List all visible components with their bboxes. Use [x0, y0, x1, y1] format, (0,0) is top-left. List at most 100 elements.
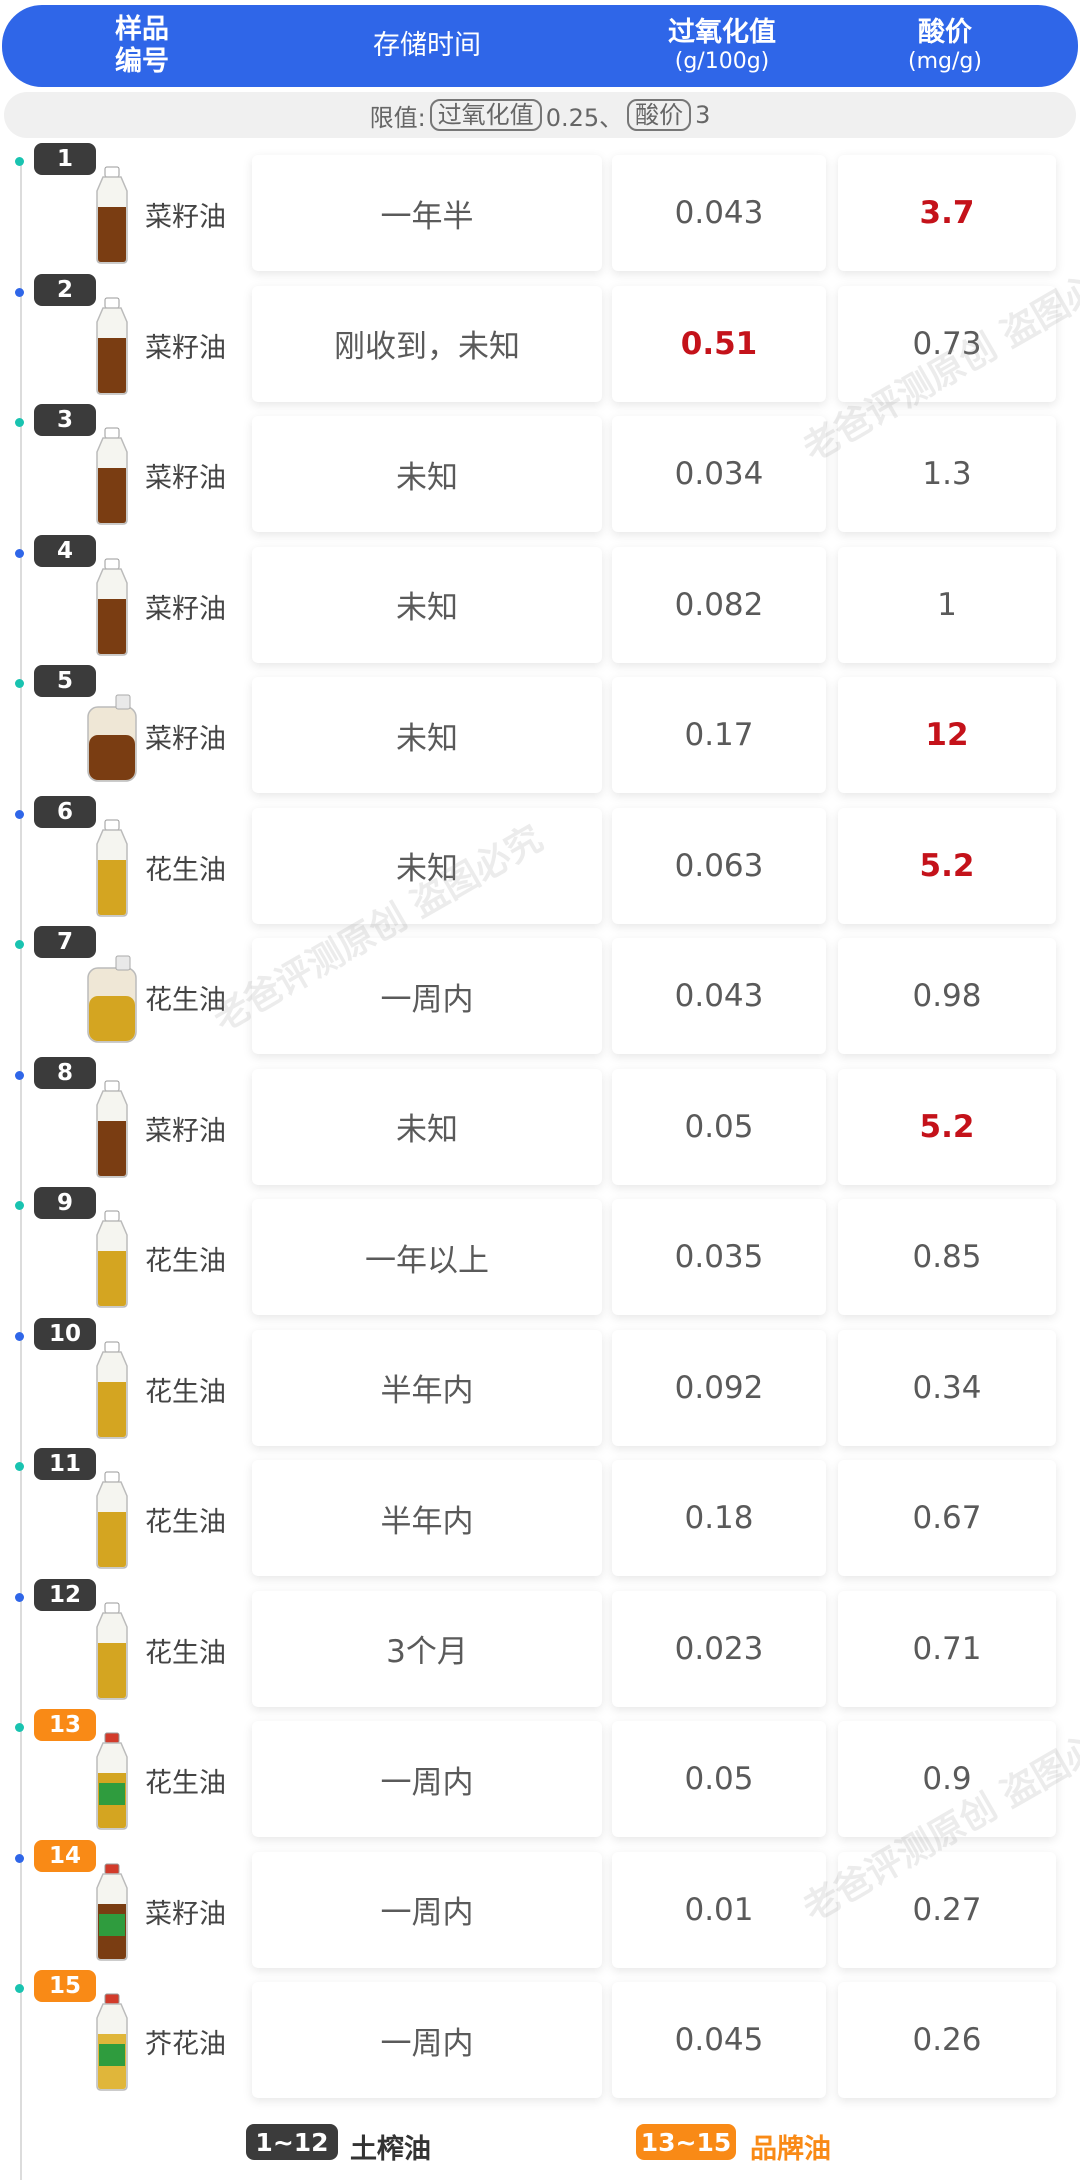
sample-number-badge: 14: [34, 1839, 96, 1872]
sample-number-badge: 6: [34, 795, 96, 828]
header-sample: 样品 编号: [62, 5, 222, 87]
oil-type-label: 花生油: [145, 1637, 226, 1669]
table-row: 11 花生油 半年内 0.18 0.67: [0, 1448, 1080, 1581]
timeline-dot: [15, 418, 24, 427]
timeline-dot: [15, 940, 24, 949]
table-row: 4 菜籽油 未知 0.082 1: [0, 534, 1080, 668]
oil-type-label: 花生油: [145, 1376, 226, 1408]
sample-number-badge: 8: [34, 1056, 96, 1089]
sample-number-badge: 5: [34, 665, 96, 697]
timeline-dot: [15, 1853, 24, 1863]
storage-time-cell: 一年以上: [252, 1199, 602, 1315]
peroxide-value-cell: 0.063: [612, 807, 826, 924]
bottle-icon: [82, 818, 142, 918]
timeline-dot: [15, 1723, 24, 1732]
limit-peroxide-value: 0.25、: [545, 103, 624, 132]
limit-acid-pill: 酸价: [627, 99, 692, 131]
peroxide-value-cell: 0.082: [612, 546, 826, 663]
storage-time-cell: 3个月: [252, 1590, 602, 1707]
peroxide-value-cell: 0.043: [612, 155, 826, 271]
jug-icon: [82, 687, 142, 787]
legend: 1~12 土榨油 13~15 品牌油: [0, 2124, 1080, 2165]
header-storage: 存储时间: [252, 5, 602, 87]
timeline-dot: [15, 1462, 24, 1471]
sample-number-badge: 7: [34, 926, 96, 958]
bottle-icon: [82, 1470, 142, 1570]
limit-acid-value: 3: [695, 101, 711, 129]
sample-number-badge: 12: [34, 1578, 96, 1611]
timeline-dot: [15, 1331, 24, 1341]
sample-number-badge: 1: [34, 143, 96, 175]
acid-value-cell: 0.71: [838, 1590, 1056, 1707]
table-header: 样品 编号 存储时间 过氧化值 (g/100g) 酸价 (mg/g): [2, 5, 1078, 87]
bottle-icon: [82, 1731, 142, 1831]
sample-number-badge: 9: [34, 1187, 96, 1219]
table-row: 9 花生油 一年以上 0.035 0.85: [0, 1187, 1080, 1320]
storage-time-cell: 未知: [252, 677, 602, 793]
oil-type-label: 花生油: [145, 854, 226, 886]
sample-number-badge: 10: [34, 1317, 96, 1350]
bottle-icon: [82, 1862, 142, 1962]
table-row: 3 菜籽油 未知 0.034 1.3: [0, 404, 1080, 537]
oil-type-label: 花生油: [145, 1246, 226, 1277]
bottle-icon: [82, 426, 142, 526]
timeline-dot: [15, 287, 24, 297]
oil-type-label: 菜籽油: [145, 1115, 226, 1147]
peroxide-value-cell: 0.034: [612, 416, 826, 532]
sample-number-badge: 4: [34, 534, 96, 567]
legend-home-label: 土榨油: [350, 2134, 431, 2165]
peroxide-value-cell: 0.043: [612, 938, 826, 1054]
table-row: 15 芥花油 一周内 0.045 0.26: [0, 1970, 1080, 2103]
table-row: 6 花生油 未知 0.063 5.2: [0, 795, 1080, 929]
limit-bar: 限值: 过氧化值 0.25、 酸价 3: [4, 92, 1076, 138]
sample-number-badge: 11: [34, 1448, 96, 1480]
acid-value-cell: 1: [838, 546, 1056, 663]
bottle-icon: [82, 1992, 142, 2092]
oil-type-label: 花生油: [145, 1507, 226, 1538]
limit-prefix: 限值:: [369, 103, 426, 132]
acid-value-cell: 3.7: [838, 155, 1056, 271]
timeline-dot: [15, 157, 24, 166]
bottle-icon: [82, 1079, 142, 1179]
acid-value-cell: 0.67: [838, 1460, 1056, 1576]
acid-value-cell: 0.98: [838, 938, 1056, 1054]
sample-number-badge: 2: [34, 273, 96, 306]
table-row: 7 花生油 一周内 0.043 0.98: [0, 926, 1080, 1059]
header-sample-line2: 编号: [115, 46, 169, 77]
timeline-dot: [15, 809, 24, 819]
acid-value-cell: 0.34: [838, 1329, 1056, 1446]
oil-type-label: 菜籽油: [145, 202, 226, 233]
bottle-icon: [82, 1209, 142, 1309]
timeline-dot: [15, 1070, 24, 1080]
bottle-icon: [82, 1340, 142, 1440]
header-peroxide-unit: (g/100g): [674, 49, 770, 74]
header-sample-line1: 样品: [115, 14, 169, 45]
sample-number-badge: 3: [34, 404, 96, 436]
table-row: 10 花生油 半年内 0.092 0.34: [0, 1317, 1080, 1451]
peroxide-value-cell: 0.05: [612, 1721, 826, 1837]
header-acid: 酸价 (mg/g): [840, 5, 1050, 87]
oil-type-label: 芥花油: [145, 2029, 226, 2060]
acid-value-cell: 5.2: [838, 807, 1056, 924]
storage-time-cell: 半年内: [252, 1460, 602, 1576]
bottle-icon: [82, 1601, 142, 1701]
table-row: 5 菜籽油 未知 0.17 12: [0, 665, 1080, 798]
peroxide-value-cell: 0.01: [612, 1851, 826, 1968]
timeline-dot: [15, 548, 24, 558]
header-peroxide: 过氧化值 (g/100g): [612, 5, 832, 87]
oil-type-label: 菜籽油: [145, 724, 226, 755]
oil-type-label: 菜籽油: [145, 593, 226, 625]
peroxide-value-cell: 0.035: [612, 1199, 826, 1315]
storage-time-cell: 未知: [252, 416, 602, 532]
peroxide-value-cell: 0.05: [612, 1068, 826, 1185]
sample-number-badge: 13: [34, 1709, 96, 1741]
storage-time-cell: 半年内: [252, 1329, 602, 1446]
timeline-dot: [15, 1984, 24, 1993]
acid-value-cell: 5.2: [838, 1068, 1056, 1185]
storage-time-cell: 未知: [252, 1068, 602, 1185]
storage-time-cell: 一周内: [252, 1721, 602, 1837]
header-acid-unit: (mg/g): [908, 49, 982, 74]
header-acid-label: 酸价: [918, 17, 972, 48]
legend-home-badge: 1~12: [246, 2124, 338, 2160]
peroxide-value-cell: 0.51: [612, 285, 826, 402]
